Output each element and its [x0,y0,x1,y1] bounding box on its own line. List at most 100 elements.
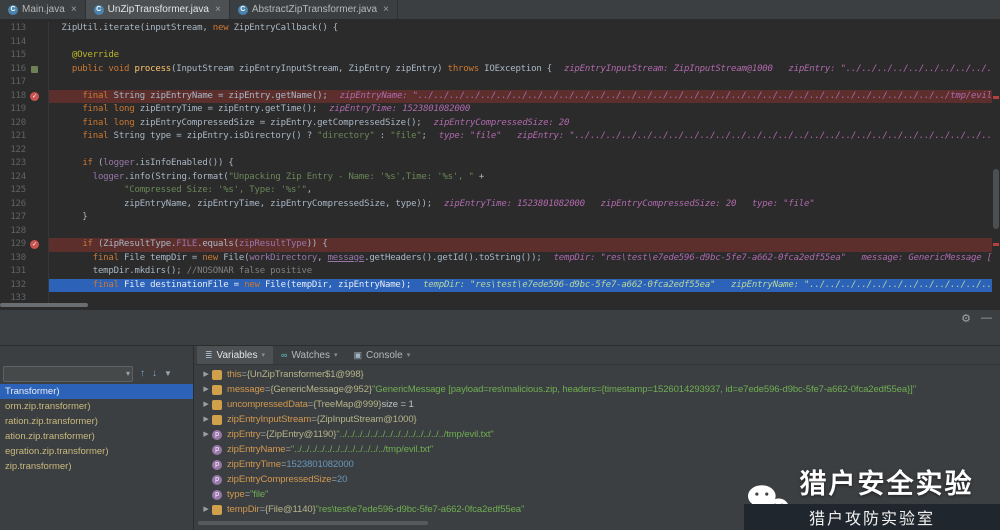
breakpoint-icon[interactable]: ✓ [30,91,39,101]
gutter: 119 [0,103,49,117]
editor-tab[interactable]: C Main.java × [0,0,86,19]
code-text[interactable]: @Override [49,49,992,63]
editor-vertical-scrollbar[interactable] [992,19,1000,309]
expander-icon[interactable]: ▶ [200,502,212,517]
breakpoint-icon[interactable]: ✓ [30,240,39,249]
code-text[interactable]: final String zipEntryName = zipEntry.get… [49,89,992,103]
expander-icon[interactable]: ▶ [200,382,212,397]
frame-row[interactable]: zip.transformer) [0,459,193,474]
tab-console[interactable]: ▣ Console ▾ [345,346,418,364]
chevron-down-icon: ▾ [261,352,266,359]
code-text[interactable]: "Compressed Size: '%s', Type: '%s'", [49,184,992,198]
variable-row[interactable]: ▶ zipEntryInputStream = {ZipInputStream@1… [194,412,1000,427]
variable-text: this [227,369,242,380]
code-text[interactable]: if (ZipResultType.FILE.equals(zipResultT… [49,238,992,252]
variable-text: message [227,384,265,395]
code-segment: final [92,279,119,290]
hide-icon[interactable]: — [981,312,992,325]
tab-watches[interactable]: ∞ Watches ▾ [273,346,345,364]
line-number: 131 [10,266,26,276]
line-number: 124 [10,171,26,182]
code-text[interactable]: final File tempDir = new File(workDirect… [49,252,992,266]
expander-icon[interactable]: ▶ [200,367,212,382]
variable-row[interactable]: ▶ message = {GenericMessage@952} "Generic… [194,382,1000,397]
variable-text: type [227,489,245,500]
code-text[interactable]: final String type = zipEntry.isDirectory… [49,130,992,144]
frame-row[interactable]: ration.zip.transformer) [0,414,193,429]
filter-icon[interactable]: ▼ [164,367,172,381]
code-text[interactable] [49,225,992,239]
line-number: 130 [10,252,26,263]
gutter-icon-slot [26,22,48,36]
variables-horizontal-scrollbar[interactable] [198,521,428,525]
code-text[interactable]: public void process(InputStream zipEntry… [49,63,992,77]
debugger-inline-hint: tempDir: "res\test\e7ede596-d9bc-5fe7-a6… [553,252,992,263]
field-icon [212,384,222,395]
tab-variables[interactable]: ≣ Variables ▾ [197,346,274,364]
variable-row[interactable]: ▶ this = {UnZipTransformer$1@998} [194,367,1000,382]
editor-lines: 113 ZipUtil.iterate(inputStream, new Zip… [0,22,992,306]
close-icon[interactable]: × [71,4,77,15]
close-icon[interactable]: × [383,4,389,15]
scrollbar-thumb[interactable] [993,169,999,229]
frame-row[interactable]: ation.zip.transformer) [0,429,193,444]
code-segment: final [82,90,109,101]
code-segment: final [82,117,109,128]
variable-row[interactable]: p zipEntryName = "../../../../../../../..… [194,442,1000,457]
frames-panel: ▾ ↑ ↓ ▼ Transformer) orm.zip.transformer)… [0,346,194,530]
gutter-icon-slot [26,130,48,144]
class-icon: C [8,4,18,15]
code-text[interactable]: } [49,211,992,225]
code-text[interactable] [49,144,992,158]
code-text[interactable] [49,36,992,50]
watermark-banner-text: 猎户攻防实验室 [808,511,935,528]
editor-horizontal-scrollbar[interactable] [0,303,992,308]
expander-icon[interactable]: ▶ [200,397,212,412]
editor-tab[interactable]: C AbstractZipTransformer.java × [230,0,398,19]
variable-text: 20 [336,474,348,485]
gutter-icon-slot [26,49,48,63]
line-number: 127 [10,212,26,222]
expander-icon[interactable]: ▶ [200,412,212,427]
frame-row[interactable]: Transformer) [0,384,193,399]
code-text[interactable]: final long zipEntryTime = zipEntry.getTi… [49,103,992,117]
code-text[interactable]: ZipUtil.iterate(inputStream, new ZipEntr… [49,22,992,36]
code-text[interactable]: final File destinationFile = new File(te… [49,278,992,292]
expander-icon[interactable]: ▶ [200,427,212,442]
thread-selector[interactable]: ▾ [3,366,133,382]
variable-text: "GenericMessage [payload=res\malicious.z… [371,384,916,395]
variable-row[interactable]: ▶ p zipEntry = {ZipEntry@1190} "../../../.… [194,427,1000,442]
field-icon [212,414,222,425]
frame-row[interactable]: orm.zip.transformer) [0,399,193,414]
code-segment: : [374,131,391,141]
code-text[interactable] [49,76,992,90]
line-number: 115 [10,50,26,60]
code-text[interactable]: tempDir.mkdirs(); //NOSONAR false positi… [49,265,992,279]
gutter-icon-slot: ✓ [26,238,48,252]
frames-toolbar: ▾ ↑ ↓ ▼ [3,366,190,382]
code-segment: process [134,63,172,74]
gutter: 115 [0,49,49,63]
tab-label: UnZipTransformer.java [107,4,209,15]
code-text[interactable]: final long zipEntryCompressedSize = zipE… [49,117,992,131]
debugger-inline-hint: zipEntryCompressedSize: 20 [433,117,570,128]
frame-row[interactable]: egration.zip.transformer) [0,444,193,459]
up-arrow-icon[interactable]: ↑ [140,367,145,381]
variable-row[interactable]: ▶ uncompressedData = {TreeMap@999} size =… [194,397,1000,412]
code-text[interactable]: if (logger.isInfoEnabled()) { [49,157,992,171]
gear-icon[interactable]: ⚙ [961,312,971,325]
code-segment: "Compressed Size: '%s', Type: '%s'" [124,185,307,195]
code-text[interactable]: zipEntryName, zipEntryTime, zipEntryComp… [49,198,992,212]
code-segment: File( [218,252,250,263]
line-number: 123 [10,158,26,168]
down-arrow-icon[interactable]: ↓ [152,367,157,381]
close-icon[interactable]: × [215,4,221,15]
editor-tab[interactable]: C UnZipTransformer.java × [85,0,230,19]
code-text[interactable]: logger.info(String.format("Unpacking Zip… [49,171,992,185]
scrollbar-thumb[interactable] [0,303,88,307]
code-editor[interactable]: 113 ZipUtil.iterate(inputStream, new Zip… [0,19,1000,309]
